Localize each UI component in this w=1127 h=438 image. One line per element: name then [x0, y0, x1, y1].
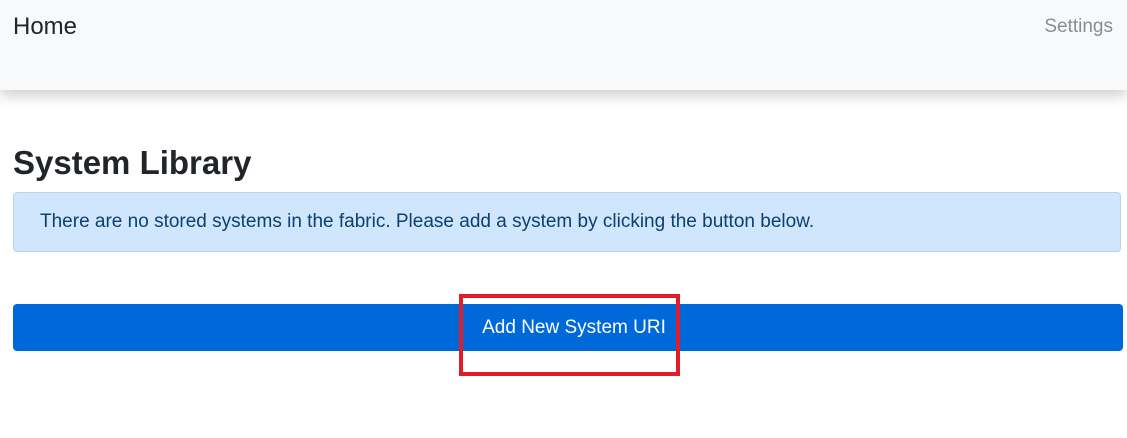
info-alert: There are no stored systems in the fabri…	[13, 192, 1121, 252]
settings-link[interactable]: Settings	[1044, 15, 1113, 39]
home-link[interactable]: Home	[13, 12, 77, 42]
alert-message: There are no stored systems in the fabri…	[40, 211, 815, 232]
page-title: System Library	[13, 144, 252, 181]
add-button-label: Add New System URI	[482, 316, 666, 338]
top-navbar: Home Settings	[0, 0, 1127, 90]
add-new-system-uri-button[interactable]: Add New System URI	[13, 304, 1123, 351]
